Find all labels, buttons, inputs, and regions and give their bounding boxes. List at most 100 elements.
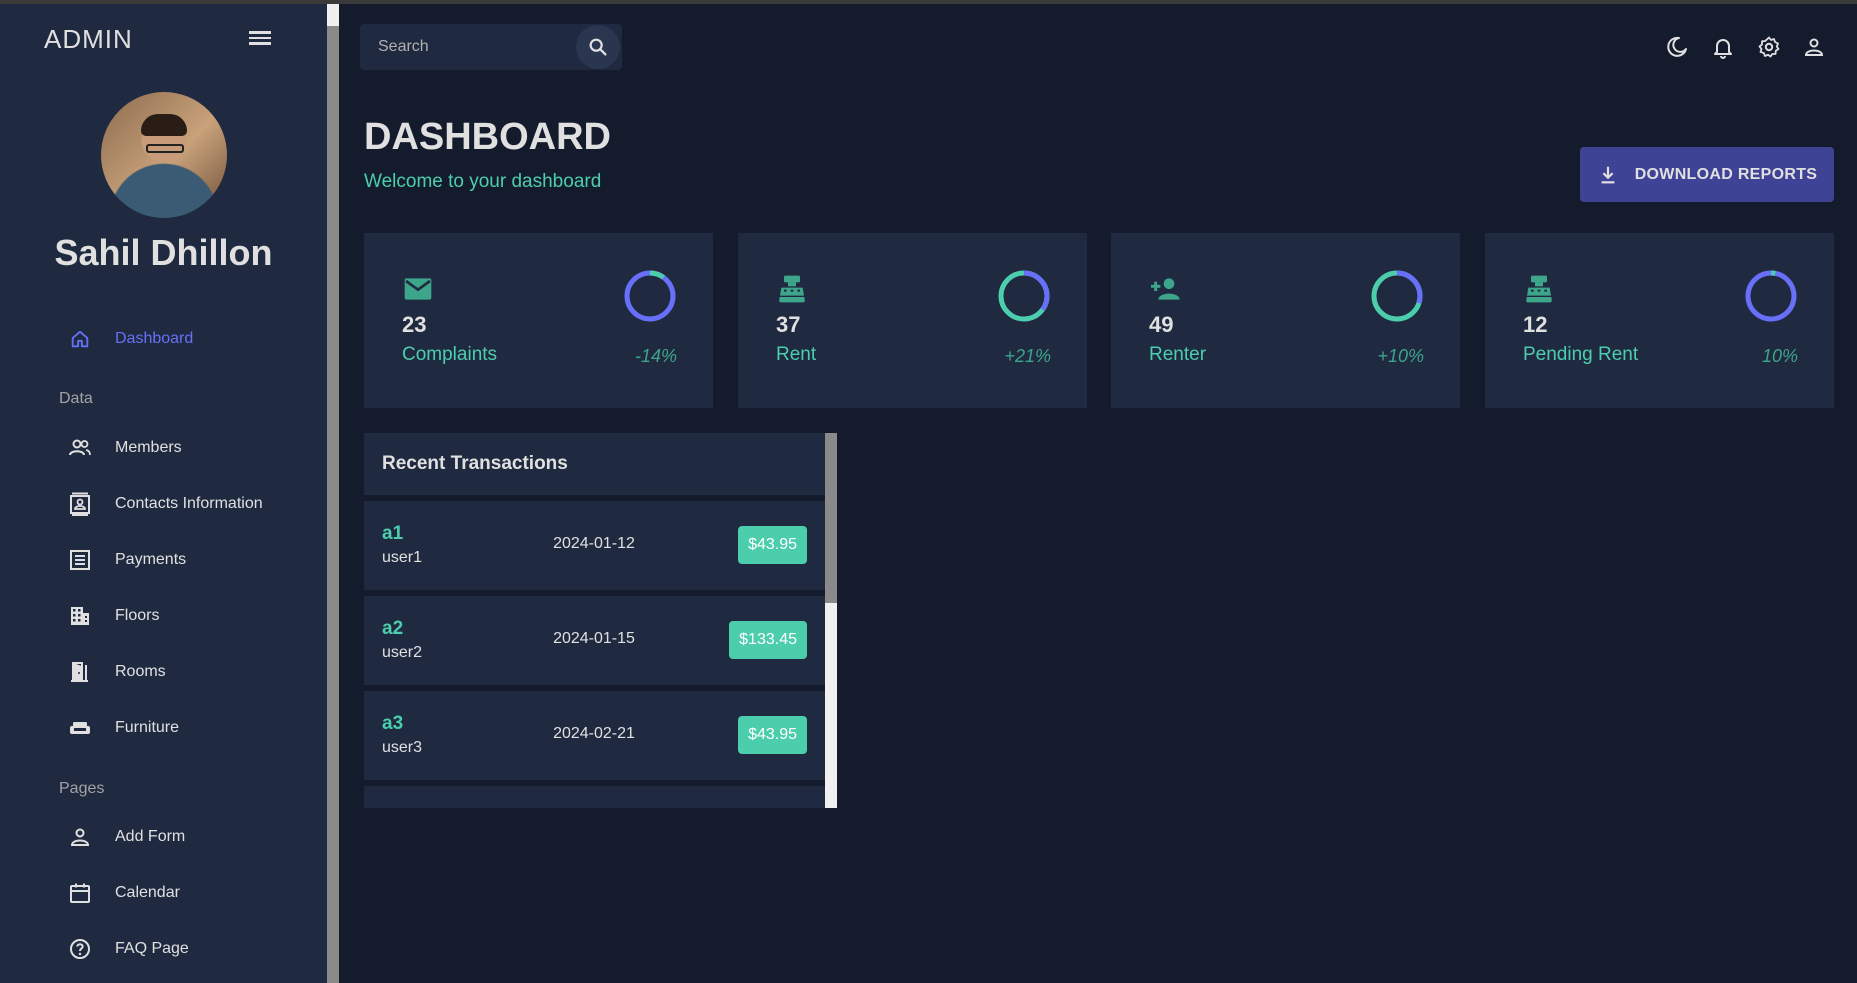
contacts-icon: [68, 492, 92, 516]
recent-transactions-title: Recent Transactions: [364, 433, 825, 495]
stat-label: Renter: [1149, 344, 1207, 365]
transaction-id: a2: [382, 618, 404, 639]
sidebar-scrollbar-thumb[interactable]: [327, 4, 339, 26]
people-icon: [68, 436, 92, 460]
transaction-user: user1: [382, 549, 423, 566]
stat-value: 23: [402, 312, 427, 337]
transaction-id: a1: [382, 523, 404, 544]
sidebar-item-label: Dashboard: [115, 330, 194, 347]
section-label-data: Data: [59, 390, 93, 407]
stat-card-rent: 37 Rent +21%: [738, 233, 1087, 408]
transaction-date: 2024-01-15: [553, 630, 635, 647]
stat-change: -14%: [634, 346, 677, 366]
cash-register-icon: [1523, 273, 1555, 305]
table-row[interactable]: a2 user2 2024-01-15 $133.45: [364, 596, 825, 685]
transaction-id: a3: [382, 713, 404, 734]
sidebar-item-calendar[interactable]: Calendar: [0, 871, 327, 915]
hamburger-icon: [249, 31, 271, 34]
sidebar-item-faq[interactable]: FAQ Page: [0, 927, 327, 971]
search-button[interactable]: [576, 25, 620, 69]
progress-ring-track: [1745, 270, 1797, 322]
sidebar-item-rooms[interactable]: Rooms: [0, 650, 327, 694]
hamburger-icon-line: [249, 36, 271, 39]
table-row-partial[interactable]: [364, 786, 825, 808]
cash-register-icon: [776, 273, 808, 305]
user-name: Sahil Dhillon: [54, 232, 273, 273]
door-icon: [68, 660, 92, 684]
home-icon: [68, 327, 92, 351]
stat-card-renter: 49 Renter +10%: [1111, 233, 1460, 408]
download-reports-button[interactable]: DOWNLOAD REPORTS: [1580, 147, 1834, 202]
transactions-scrollbar[interactable]: [825, 433, 837, 808]
stat-label: Rent: [776, 344, 817, 365]
stat-change: +21%: [1004, 346, 1051, 366]
progress-ring: [1371, 270, 1423, 322]
sidebar-item-furniture[interactable]: Furniture: [0, 706, 327, 750]
avatar: [101, 92, 227, 218]
section-label-pages: Pages: [59, 780, 105, 797]
transactions-scrollbar-thumb[interactable]: [825, 433, 837, 603]
sidebar-item-dashboard[interactable]: Dashboard: [0, 317, 327, 361]
stat-card-complaints: 23 Complaints -14%: [364, 233, 713, 408]
sidebar-item-members[interactable]: Members: [0, 426, 327, 470]
search-input[interactable]: [360, 24, 576, 70]
calendar-icon: [68, 881, 92, 905]
search-box: [360, 24, 622, 70]
progress-ring: [1745, 270, 1797, 322]
transaction-cost-badge: $43.95: [738, 526, 807, 564]
settings-button[interactable]: [1756, 34, 1782, 60]
progress-ring: [998, 270, 1050, 322]
transaction-user: user2: [382, 644, 423, 661]
page-subtitle: Welcome to your dashboard: [364, 171, 602, 192]
profile-button[interactable]: [1801, 34, 1827, 60]
brand-title: ADMIN: [44, 24, 133, 54]
gear-icon: [1757, 35, 1781, 59]
progress-ring-track: [624, 270, 676, 322]
bell-icon: [1711, 35, 1735, 59]
sidebar-item-floors[interactable]: Floors: [0, 594, 327, 638]
theme-toggle-button[interactable]: [1664, 34, 1690, 60]
transaction-cost-badge: $43.95: [738, 716, 807, 754]
progress-ring: [624, 270, 676, 322]
download-icon: [1597, 164, 1619, 186]
stat-change: +10%: [1377, 346, 1424, 366]
stat-value: 12: [1523, 312, 1548, 337]
sidebar-item-add-form[interactable]: Add Form: [0, 815, 327, 859]
sidebar-item-label: Add Form: [115, 828, 186, 845]
stat-label: Complaints: [402, 344, 498, 365]
table-row[interactable]: a1 user1 2024-01-12 $43.95: [364, 501, 825, 590]
transaction-user: user3: [382, 739, 423, 756]
sidebar-item-label: FAQ Page: [115, 940, 189, 957]
sidebar-item-label: Members: [115, 439, 182, 456]
building-icon: [68, 604, 92, 628]
notifications-button[interactable]: [1710, 34, 1736, 60]
sidebar-item-contacts[interactable]: Contacts Information: [0, 482, 327, 526]
sidebar-item-label: Payments: [115, 551, 187, 568]
email-icon: [402, 273, 434, 305]
sidebar-item-label: Calendar: [115, 884, 180, 901]
sidebar-item-label: Contacts Information: [115, 495, 263, 512]
transaction-date: 2024-02-21: [553, 725, 635, 742]
person-icon: [68, 825, 92, 849]
stat-card-pending-rent: 12 Pending Rent 10%: [1485, 233, 1834, 408]
table-row[interactable]: a3 user3 2024-02-21 $43.95: [364, 691, 825, 780]
moon-icon: [1665, 35, 1689, 59]
sofa-icon: [68, 716, 92, 740]
page-title: DASHBOARD: [364, 116, 611, 158]
recent-transactions-panel: Recent Transactions a1 user1 2024-01-12 …: [364, 433, 825, 808]
stat-value: 49: [1149, 312, 1174, 337]
person-icon: [1802, 35, 1826, 59]
avatar-hair: [141, 114, 187, 136]
person-add-icon: [1149, 273, 1181, 305]
hamburger-icon-line: [249, 42, 271, 45]
transaction-date: 2024-01-12: [553, 535, 635, 552]
sidebar-scrollbar[interactable]: [327, 4, 339, 983]
stat-value: 37: [776, 312, 801, 337]
search-icon: [587, 36, 609, 58]
sidebar: ADMIN Sahil Dhillon Dashboard Data Membe…: [0, 4, 327, 983]
sidebar-item-label: Rooms: [115, 663, 166, 680]
menu-toggle-button[interactable]: [246, 28, 274, 52]
sidebar-item-payments[interactable]: Payments: [0, 538, 327, 582]
sidebar-item-label: Floors: [115, 607, 160, 624]
receipt-icon: [68, 548, 92, 572]
